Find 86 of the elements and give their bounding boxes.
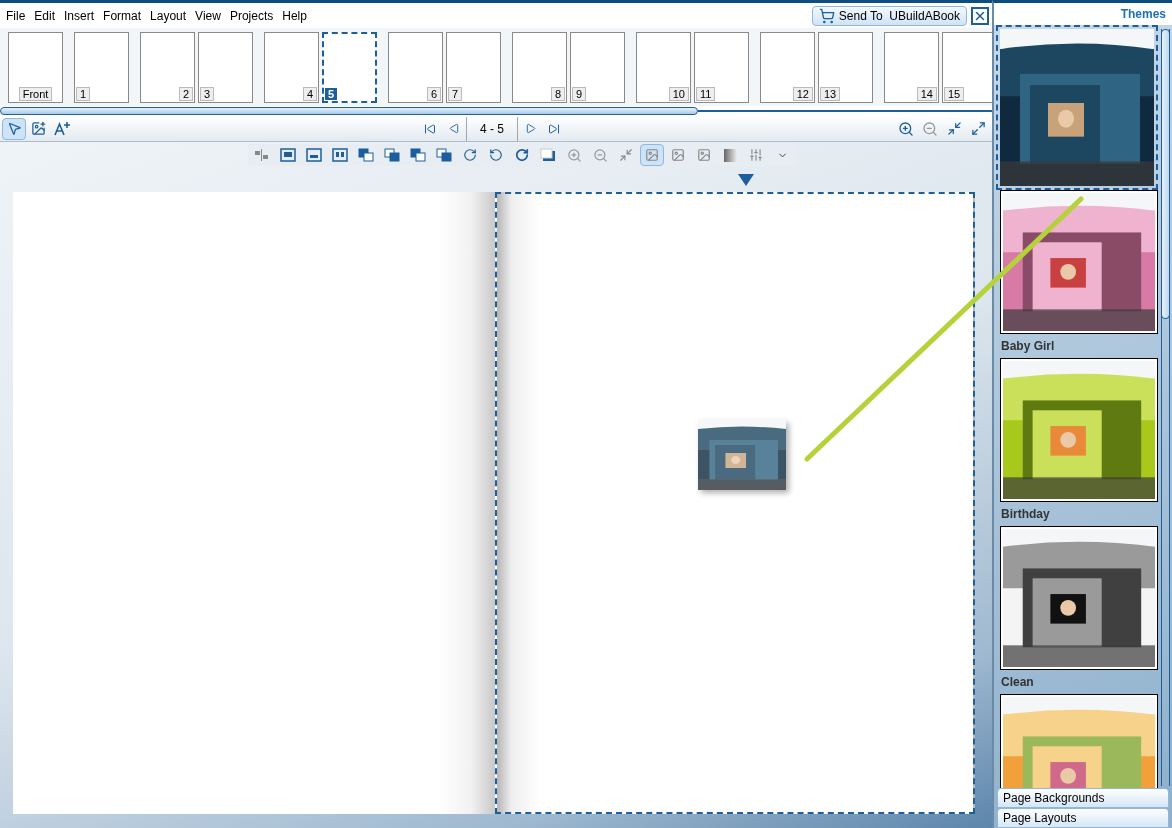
menu-item[interactable]: View xyxy=(192,6,224,25)
reset-rotation-icon xyxy=(515,148,529,162)
zoom-out-icon xyxy=(592,147,608,163)
rotate-left-icon xyxy=(489,148,503,162)
layers-icon xyxy=(410,148,426,162)
align-icon xyxy=(255,149,269,161)
shadow-icon xyxy=(540,148,556,162)
frame-icon xyxy=(306,148,322,162)
page-marker-icon xyxy=(738,174,754,186)
page-thumbnail[interactable]: 3 xyxy=(198,31,253,103)
page-thumbnail[interactable]: 12 xyxy=(760,31,815,103)
menu-item[interactable]: Format xyxy=(100,6,145,25)
close-button[interactable] xyxy=(971,6,989,25)
page-thumbnail[interactable]: 10 xyxy=(636,31,691,103)
page-thumbnail[interactable]: 8 xyxy=(512,31,567,103)
page-number: 8 xyxy=(550,86,565,101)
page-thumbnail[interactable]: 5 xyxy=(322,31,377,103)
page-thumbnail[interactable]: 4 xyxy=(264,31,319,103)
page-number: 15 xyxy=(944,86,965,101)
zoom-in-icon xyxy=(566,147,582,163)
menu-item[interactable]: Insert xyxy=(61,6,98,25)
frame-icon xyxy=(280,148,296,162)
page-number: 3 xyxy=(200,86,215,101)
page-number: 5 xyxy=(325,87,338,100)
page-number: 10 xyxy=(668,86,689,101)
page-number: 13 xyxy=(820,86,841,101)
shrink-icon xyxy=(946,121,962,136)
menu-item[interactable]: Projects xyxy=(226,6,277,25)
scrollbar[interactable] xyxy=(0,107,698,115)
menu-item[interactable]: Help xyxy=(279,6,310,25)
menu-item[interactable]: Edit xyxy=(31,6,59,25)
page-thumbnail[interactable]: 9 xyxy=(570,31,625,103)
page-number: 14 xyxy=(916,86,937,101)
menu-item[interactable]: File xyxy=(3,6,29,25)
right-page[interactable] xyxy=(495,192,975,814)
page-thumbnail[interactable]: 7 xyxy=(446,31,501,103)
page-number: 4 xyxy=(302,86,317,101)
add-image-icon xyxy=(30,121,46,136)
page-thumbnail[interactable]: 1 xyxy=(74,31,129,103)
next-icon xyxy=(524,123,536,134)
image-icon xyxy=(697,148,711,162)
page-number: 1 xyxy=(76,86,91,101)
theme-caption: Clean xyxy=(1001,674,1035,691)
menu-item[interactable]: Layout xyxy=(147,6,190,25)
rotate-right-icon xyxy=(463,148,477,162)
zoom-in-icon xyxy=(898,120,914,137)
last-icon xyxy=(548,122,560,135)
page-number: 2 xyxy=(178,86,193,101)
theme-caption: Birthday xyxy=(1001,506,1051,523)
select-tool[interactable] xyxy=(2,117,26,140)
scrollbar[interactable] xyxy=(1160,29,1170,319)
pointer-icon xyxy=(6,121,22,136)
layers-icon xyxy=(384,148,400,162)
page-thumbnail[interactable]: 2 xyxy=(140,31,195,103)
expand-icon xyxy=(970,121,986,136)
page-number: 12 xyxy=(792,86,813,101)
theme-caption: Baby Girl xyxy=(1001,338,1056,355)
page-range: 4 - 5 xyxy=(480,120,504,138)
send-button[interactable]: Send To UBuildABook xyxy=(811,5,967,26)
sliders-icon xyxy=(749,148,763,162)
page-thumbnail[interactable]: 6 xyxy=(388,31,443,103)
gradient-icon xyxy=(723,148,737,162)
panel-title: Themes xyxy=(1120,6,1166,23)
layers-icon xyxy=(358,148,374,162)
page-thumbnail[interactable]: 14 xyxy=(884,31,939,103)
image-icon xyxy=(645,148,659,162)
page-number: Front xyxy=(18,86,53,101)
first-icon xyxy=(424,122,436,135)
page-thumbnail[interactable]: 15 xyxy=(942,31,992,103)
layers-icon xyxy=(436,148,452,162)
page-number: 7 xyxy=(448,86,463,101)
add-text-icon xyxy=(54,121,70,136)
shrink-icon xyxy=(619,148,633,162)
accordion-header[interactable]: Page Backgrounds xyxy=(997,788,1169,808)
cart-icon xyxy=(818,7,835,24)
frame-icon xyxy=(332,148,348,162)
previous-icon xyxy=(448,123,460,134)
page-number: 6 xyxy=(426,86,441,101)
page-thumbnail[interactable]: Front xyxy=(8,31,63,103)
page-thumbnail[interactable]: 11 xyxy=(694,31,749,103)
page-thumbnail[interactable]: 13 xyxy=(818,31,873,103)
image-icon xyxy=(671,148,685,162)
page-number: 11 xyxy=(696,86,716,101)
page-number: 9 xyxy=(572,86,587,101)
zoom-out-icon xyxy=(922,120,938,137)
accordion-header[interactable]: Page Layouts xyxy=(997,808,1169,828)
